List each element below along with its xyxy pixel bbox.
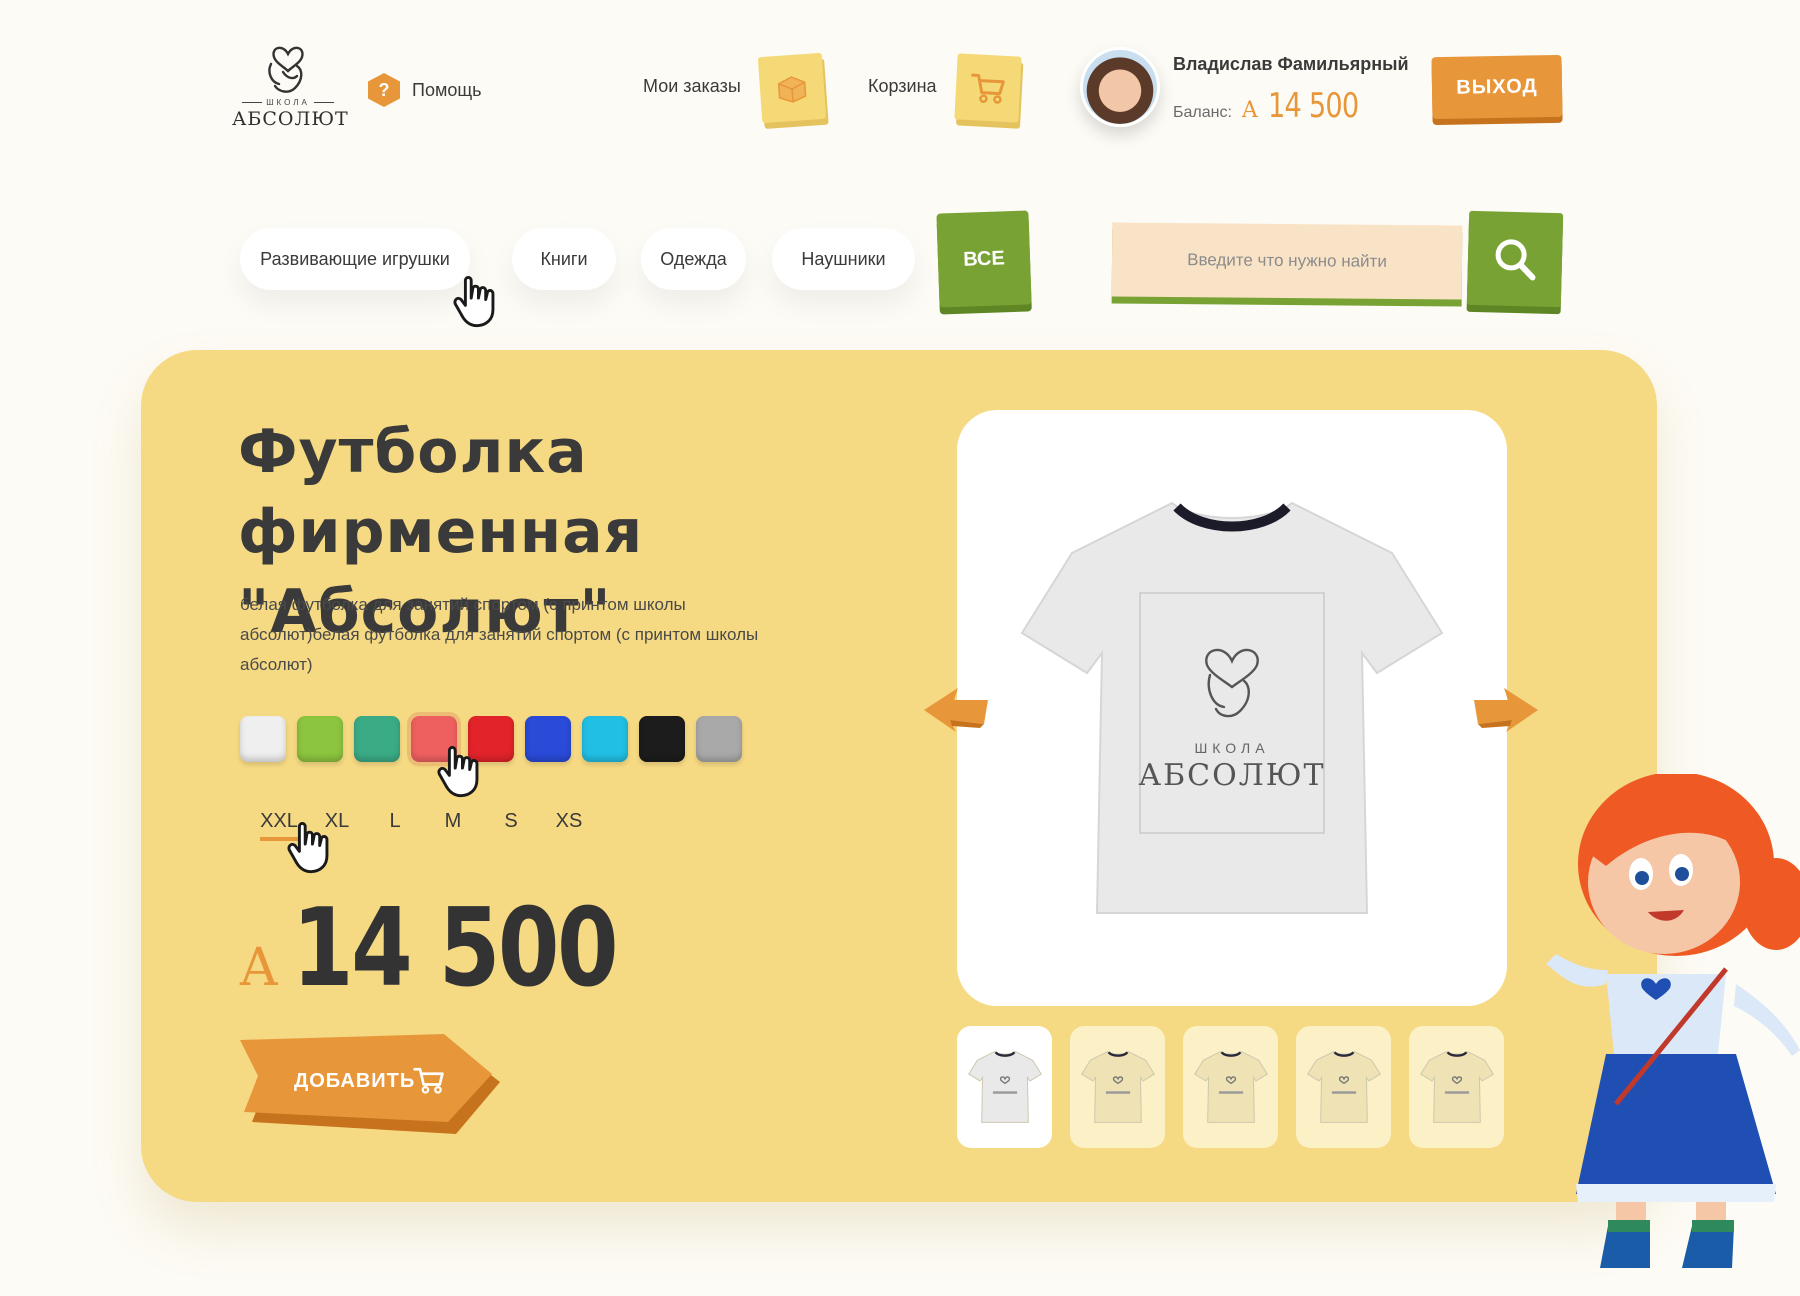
balance-label: Баланс: [1173, 104, 1232, 121]
color-swatch[interactable] [639, 716, 685, 762]
help-label: Помощь [412, 79, 482, 100]
color-swatches [240, 712, 742, 766]
color-swatch[interactable] [297, 716, 343, 762]
search-icon [1495, 239, 1536, 281]
price-currency-icon: A [240, 938, 278, 998]
print-small-text: ШКОЛА [1194, 740, 1270, 756]
product-thumbnail[interactable] [1183, 1026, 1278, 1148]
cart-link[interactable]: Корзина [868, 76, 937, 97]
help-icon: ? [368, 73, 400, 107]
balance-value: 14 500 [1267, 86, 1359, 126]
logo-main-text: АБСОЛЮТ [232, 108, 349, 130]
product-thumbnail[interactable] [1296, 1026, 1391, 1148]
user-name: Владислав Фамильярный [1173, 54, 1409, 74]
category-developing-toys[interactable]: Развивающие игрушки [240, 228, 470, 290]
my-orders-link[interactable]: Мои заказы [643, 76, 741, 97]
size-option-s[interactable]: S [482, 810, 540, 833]
user-balance: Баланс: A 14 500 [1173, 86, 1381, 126]
school-logo[interactable]: ШКОЛА АБСОЛЮТ [232, 34, 349, 144]
product-main-image: ШКОЛА АБСОЛЮТ [957, 410, 1507, 1006]
product-description: белая футболка для занятий спортом (с пр… [240, 595, 759, 674]
thumbnail-strip [957, 1026, 1504, 1148]
price-value: 14 500 [291, 886, 619, 1011]
tshirt-image [1020, 501, 1444, 914]
tshirt-print-text: ШКОЛА АБСОЛЮТ [957, 740, 1507, 793]
hand-cursor-icon [287, 822, 329, 874]
balance-currency-icon: A [1241, 98, 1258, 123]
color-swatch[interactable] [525, 716, 571, 762]
cart-button[interactable] [954, 53, 1022, 123]
cart-icon [971, 73, 1005, 104]
tshirt-thumbnail-image [1419, 1050, 1494, 1123]
tshirt-thumbnail-image [1193, 1050, 1268, 1123]
heart-hand-icon [268, 46, 304, 93]
box-icon [777, 76, 807, 103]
help-link[interactable]: ? Помощь [368, 72, 482, 108]
color-swatch[interactable] [696, 716, 742, 762]
tshirt-thumbnail-image [967, 1050, 1042, 1123]
girl-mascot-illustration [1546, 774, 1800, 1268]
tshirt-thumbnail-image [1080, 1050, 1155, 1123]
category-clothes[interactable]: Одежда [641, 228, 746, 290]
print-main-text: АБСОЛЮТ [1138, 758, 1326, 793]
product-thumbnail[interactable] [1409, 1026, 1504, 1148]
search-button[interactable] [1466, 210, 1564, 308]
product-price: A 14 500 [240, 886, 687, 1011]
my-orders-button[interactable] [757, 52, 827, 124]
hand-cursor-icon [453, 276, 495, 328]
color-swatch[interactable] [240, 716, 286, 762]
category-all-button[interactable]: ВСЕ [936, 210, 1032, 308]
color-swatch[interactable] [582, 716, 628, 762]
product-thumbnail[interactable] [1070, 1026, 1165, 1148]
add-button-label: ДОБАВИТЬ [294, 1070, 416, 1092]
search-input[interactable] [1134, 248, 1440, 274]
tshirt-thumbnail-image [1306, 1050, 1381, 1123]
user-avatar[interactable] [1080, 47, 1160, 127]
category-books[interactable]: Книги [512, 228, 616, 290]
prev-image-arrow-icon[interactable] [924, 686, 988, 732]
product-thumbnail[interactable] [957, 1026, 1052, 1148]
cart-icon [413, 1067, 444, 1094]
add-to-cart-button[interactable]: ДОБАВИТЬ [238, 1030, 500, 1136]
logout-button[interactable]: ВЫХОД [1431, 54, 1563, 120]
hand-cursor-icon [437, 746, 479, 798]
category-headphones[interactable]: Наушники [772, 228, 915, 290]
size-option-l[interactable]: L [366, 810, 424, 833]
color-swatch[interactable] [354, 716, 400, 762]
search-box [1111, 222, 1463, 300]
size-option-m[interactable]: M [424, 810, 482, 833]
next-image-arrow-icon[interactable] [1474, 686, 1538, 732]
logo-small-text: ШКОЛА [232, 98, 344, 107]
size-option-xs[interactable]: XS [540, 810, 598, 833]
